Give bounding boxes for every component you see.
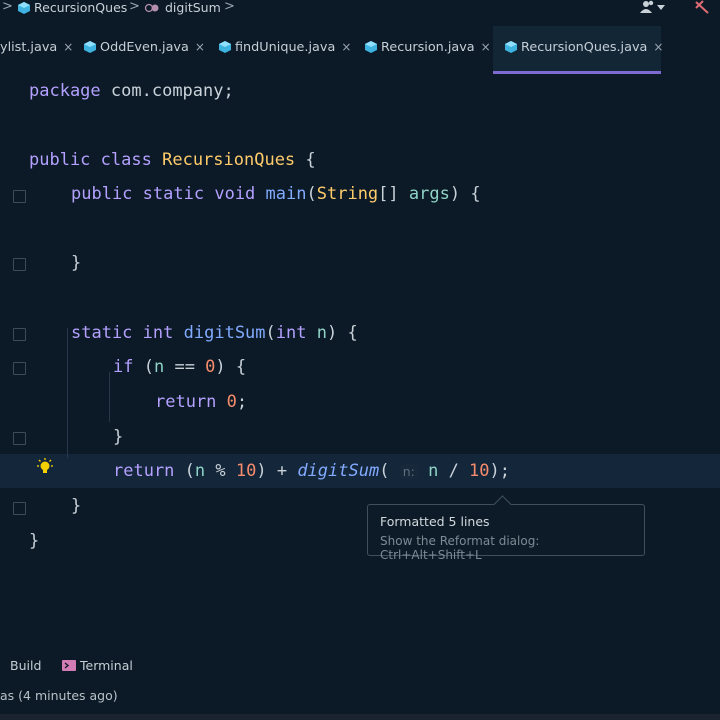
- class-cube-icon: [505, 41, 517, 53]
- breadcrumb-method[interactable]: digitSum: [143, 0, 221, 16]
- terminal-label: Terminal: [80, 658, 133, 673]
- indent-guide: [67, 328, 68, 458]
- editor-tabs: ylist.java × OddEven.java × findUnique.jav…: [0, 26, 720, 74]
- tab-label: Recursion.java: [381, 40, 475, 55]
- code-line-class-decl[interactable]: public class RecursionQues {: [29, 145, 316, 175]
- parameter-hint: n:: [399, 464, 418, 479]
- tab-label: findUnique.java: [235, 40, 336, 55]
- code-line-main-close[interactable]: }: [71, 248, 81, 278]
- class-cube-icon: [219, 41, 231, 53]
- build-tool-button[interactable]: Build: [10, 658, 41, 673]
- tab-recursion[interactable]: Recursion.java ×: [365, 26, 491, 72]
- fold-icon[interactable]: [13, 190, 26, 203]
- tab-playlist[interactable]: ylist.java ×: [0, 26, 74, 72]
- code-line-return-zero[interactable]: return 0;: [155, 387, 247, 417]
- pin-icon[interactable]: [694, 0, 710, 14]
- code-line-return-recursive[interactable]: return (n % 10) + digitSum( n: n / 10);: [113, 456, 510, 486]
- breadcrumb-separator: >: [129, 0, 140, 14]
- code-line-if[interactable]: if (n == 0) {: [113, 352, 246, 382]
- tab-label: RecursionQues.java: [521, 40, 648, 55]
- terminal-icon: [62, 660, 76, 671]
- breadcrumb: > RecursionQues > digitSum >: [0, 0, 720, 18]
- class-cube-icon: [18, 2, 30, 14]
- fold-icon[interactable]: [13, 362, 26, 375]
- breadcrumb-separator: >: [224, 0, 235, 14]
- code-line-main-decl[interactable]: public static void main(String[] args) {: [71, 179, 481, 209]
- close-icon[interactable]: ×: [341, 40, 351, 54]
- fold-icon[interactable]: [13, 258, 26, 271]
- code-line-package[interactable]: package com.company;: [29, 76, 234, 106]
- code-line-if-close[interactable]: }: [113, 422, 123, 452]
- indent-guide: [109, 372, 110, 422]
- tab-label: OddEven.java: [100, 40, 189, 55]
- fold-icon[interactable]: [13, 432, 26, 445]
- reformat-dialog-link[interactable]: Show the Reformat dialog: Ctrl+Alt+Shift…: [380, 534, 644, 562]
- method-icon: [144, 3, 159, 13]
- code-line-digitsum-close[interactable]: }: [71, 491, 81, 521]
- format-notification-tooltip: Formatted 5 lines Show the Reformat dial…: [367, 495, 645, 562]
- tab-label: ylist.java: [0, 40, 58, 55]
- class-cube-icon: [365, 41, 377, 53]
- class-cube-icon: [84, 41, 96, 53]
- breadcrumb-separator: >: [2, 0, 13, 14]
- close-icon[interactable]: ×: [653, 40, 663, 54]
- lightbulb-icon[interactable]: [36, 458, 54, 476]
- tab-findunique[interactable]: findUnique.java ×: [219, 26, 354, 72]
- code-line-class-close[interactable]: }: [29, 526, 39, 556]
- fold-icon[interactable]: [13, 502, 26, 515]
- user-menu-icon[interactable]: [640, 0, 666, 14]
- breadcrumb-class[interactable]: RecursionQues: [18, 0, 127, 16]
- fold-icon[interactable]: [13, 328, 26, 341]
- breadcrumb-method-label: digitSum: [165, 0, 221, 15]
- breadcrumb-class-label: RecursionQues: [34, 0, 128, 15]
- code-line-digitsum-decl[interactable]: static int digitSum(int n) {: [71, 318, 358, 348]
- tab-recursionques[interactable]: RecursionQues.java ×: [493, 26, 663, 74]
- tab-oddeven[interactable]: OddEven.java ×: [84, 26, 205, 72]
- window-bottom-edge: [0, 714, 720, 720]
- status-bar-message: as (4 minutes ago): [0, 688, 118, 703]
- tooltip-title: Formatted 5 lines: [380, 514, 490, 529]
- close-icon[interactable]: ×: [481, 40, 491, 54]
- close-icon[interactable]: ×: [63, 40, 73, 54]
- tool-window-bar: Build Terminal: [0, 652, 720, 678]
- terminal-tool-button[interactable]: Terminal: [62, 658, 133, 673]
- close-icon[interactable]: ×: [195, 40, 205, 54]
